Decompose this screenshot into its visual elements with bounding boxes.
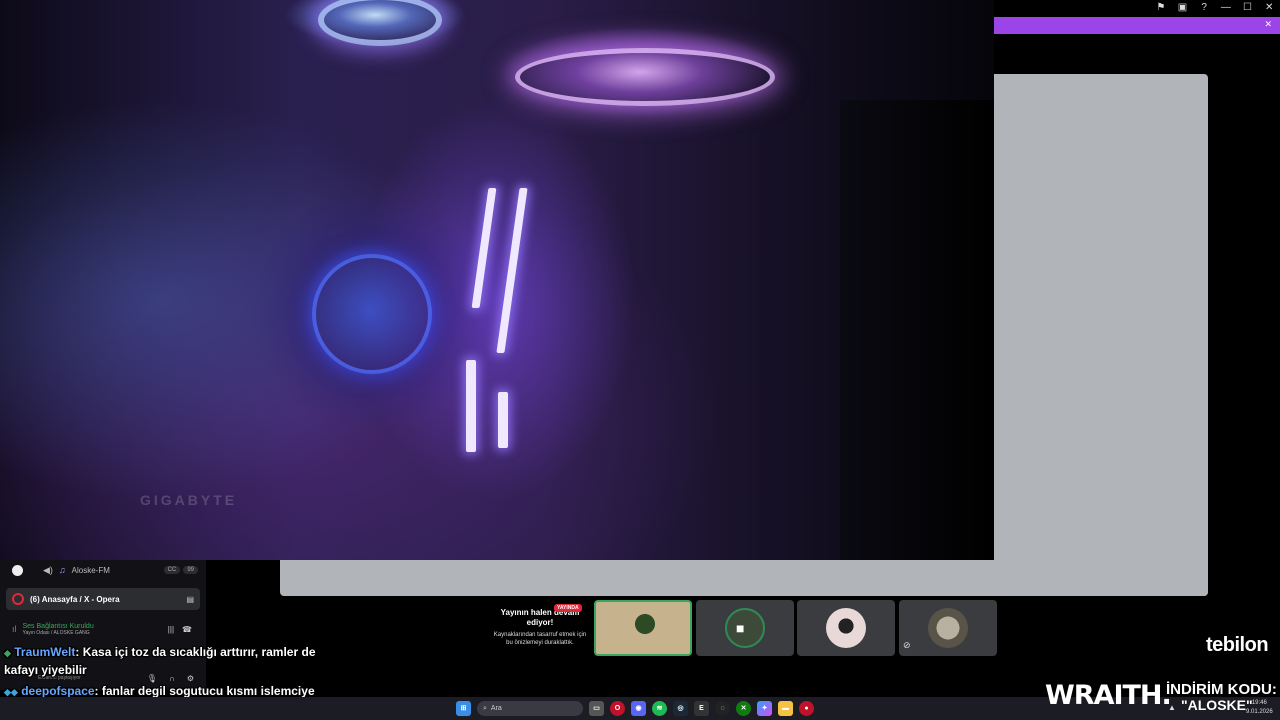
count-badge: 99 — [183, 566, 198, 574]
mute-icon: ⊘ — [903, 640, 911, 650]
participant-avatar — [625, 610, 665, 650]
chat-text: : Kasa içi toz da sıcaklığı arttırır, ra… — [75, 645, 316, 659]
participant-avatar — [725, 608, 765, 648]
participant-tile-4[interactable]: ⊘ — [899, 600, 997, 656]
file-explorer-icon[interactable]: ▬ — [778, 701, 793, 716]
participant-tile-2[interactable]: ■ — [696, 600, 794, 656]
settings-icon[interactable]: ⚙ — [187, 674, 194, 683]
waveform-icon[interactable]: ||| — [168, 625, 174, 634]
promo-code: "ALOSKE" — [1181, 697, 1253, 713]
cpu-cooler-ring — [312, 254, 432, 374]
spotify-icon[interactable]: ≋ — [652, 701, 667, 716]
discord-header: ◀) ♫ Aloske-FM CC 99 — [0, 560, 206, 580]
stream-side-panel — [994, 74, 1208, 596]
close-button[interactable]: ✕ — [1258, 0, 1280, 16]
participant-tile-3[interactable] — [797, 600, 895, 656]
signal-icon: ıl — [12, 624, 17, 634]
ram-light-3 — [466, 360, 476, 452]
window-controls: ⚑ ▣ ? — ☐ ✕ — [1150, 0, 1280, 16]
opera-icon[interactable]: O — [610, 701, 625, 716]
paused-subtitle: Kaynaklarından tasarruf etmek için bu ön… — [493, 632, 587, 646]
promo-label: İNDİRİM KODU: — [1166, 681, 1277, 698]
fan-top-left-ring — [318, 0, 442, 46]
help-icon[interactable]: ? — [1193, 0, 1215, 16]
search-input[interactable]: ⌕ Ara — [477, 701, 583, 716]
steam-icon[interactable]: ◎ — [673, 701, 688, 716]
live-badge: YAYINDA — [554, 604, 582, 612]
maximize-button[interactable]: ☐ — [1237, 0, 1259, 16]
opera-icon — [12, 593, 24, 605]
camera-icon: ■ — [736, 620, 745, 636]
chat-username: deepofspace — [21, 684, 95, 698]
chat-badge-icon: ◆ — [4, 648, 11, 658]
flag-icon[interactable]: ⚑ — [1150, 0, 1172, 16]
voice-status: Ses Bağlantısı Kuruldu — [22, 622, 94, 630]
chat-message-continued: kafayı yiyebilir — [4, 663, 87, 677]
copilot-icon[interactable]: ✦ — [757, 701, 772, 716]
ram-light-4 — [498, 392, 508, 448]
search-placeholder: Ara — [490, 705, 502, 712]
disconnect-icon[interactable]: ☎ — [182, 625, 192, 634]
fan-top-right-ring — [515, 48, 775, 106]
cast-icon[interactable]: ▣ — [1172, 0, 1194, 16]
discord-icon[interactable]: ◉ — [631, 701, 646, 716]
voice-channel: Yayın Odası / ALOSKE GANG — [22, 629, 90, 636]
banner-close-icon[interactable]: ✕ — [1264, 19, 1272, 30]
chat-text: : fanlar degil sogutucu kısmı islemciye — [94, 684, 315, 698]
headphone-icon[interactable]: ∩ — [169, 674, 175, 683]
mic-icon[interactable]: 🎙 — [147, 674, 157, 683]
voice-row: ıl Ses Bağlantısı Kuruldu Yayın Odası / … — [6, 616, 200, 642]
windows-start-icon[interactable]: ⊞ — [456, 701, 471, 716]
xbox-icon[interactable]: ✕ — [736, 701, 751, 716]
speaker-icon[interactable]: ◀) — [43, 565, 53, 576]
activity-text: (6) Anasayfa / X - Opera — [30, 594, 120, 604]
chat-message: ◆ TraumWelt: Kasa içi toz da sıcaklığı a… — [4, 645, 316, 660]
chat-badge-icon: ◆◆ — [4, 687, 18, 697]
participant-avatar — [928, 608, 968, 648]
taskbar-icons: ⊞ ⌕ Ara ▭ O ◉ ≋ ◎ E ◌ ✕ ✦ ▬ ● — [456, 697, 814, 720]
sponsor-logo: tebilon — [1206, 634, 1269, 656]
camera-feed: GIGABYTE — [0, 0, 994, 560]
stream-bottom-panel — [280, 560, 1208, 596]
participant-tile-1[interactable] — [594, 600, 692, 656]
minimize-button[interactable]: — — [1215, 0, 1237, 16]
notification-banner: ✕ — [994, 17, 1280, 34]
ram-light-2 — [496, 188, 528, 353]
music-icon: ♫ — [58, 565, 66, 575]
chat-text: kafayı yiyebilir — [4, 663, 87, 677]
server-name: Aloske-FM — [71, 565, 110, 575]
search-icon: ⌕ — [483, 704, 487, 712]
case-side-panel — [840, 100, 994, 560]
ram-light-1 — [471, 188, 497, 308]
obs-icon[interactable]: ◌ — [715, 701, 730, 716]
motherboard-logo: GIGABYTE — [140, 492, 238, 508]
screen-share-icon[interactable]: ▤ — [186, 595, 194, 604]
epic-games-icon[interactable]: E — [694, 701, 709, 716]
stream-paused-card: YAYINDA Yayının halen devam ediyor! Kayn… — [490, 602, 590, 656]
chat-username: TraumWelt — [14, 645, 76, 659]
cc-badge: CC — [163, 566, 181, 574]
recorder-icon[interactable]: ● — [799, 701, 814, 716]
discord-logo-icon — [12, 564, 23, 576]
participant-avatar — [826, 608, 866, 648]
wraith-logo: WRAITH. — [1045, 680, 1172, 711]
task-view-icon[interactable]: ▭ — [589, 701, 604, 716]
activity-row[interactable]: (6) Anasayfa / X - Opera ▤ — [6, 588, 200, 610]
